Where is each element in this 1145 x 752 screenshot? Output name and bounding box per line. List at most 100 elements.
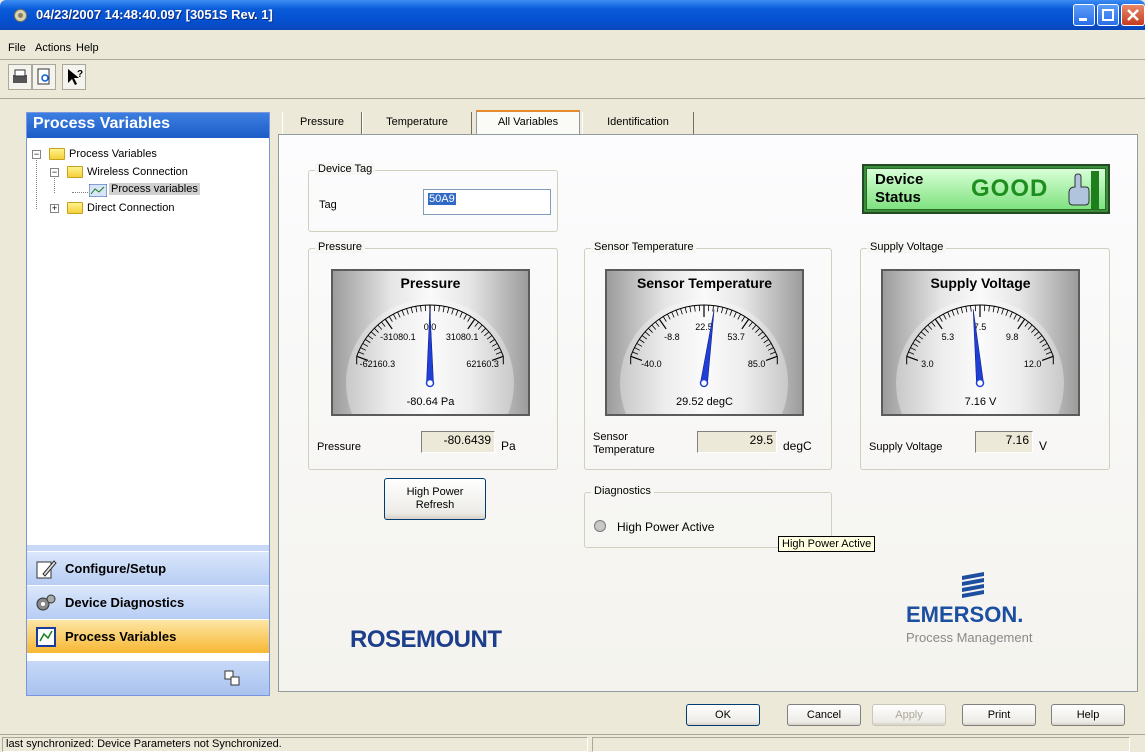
nav-process-variables[interactable]: Process Variables bbox=[27, 619, 269, 653]
menu-file[interactable]: File bbox=[8, 42, 26, 54]
high-power-active-label: High Power Active bbox=[617, 520, 715, 534]
group-label: Device Tag bbox=[315, 163, 376, 175]
gauge-tick-label: 12.0 bbox=[1024, 359, 1042, 369]
navigation-panel: Process Variables − Process Variables − … bbox=[26, 112, 270, 696]
menu-actions[interactable]: Actions bbox=[35, 42, 71, 54]
gauge-tick-label: 5.3 bbox=[942, 332, 955, 342]
button-label-line2: Refresh bbox=[415, 499, 455, 511]
pressure-gauge: Pressure -62160.3-31080.10.031080.162160… bbox=[331, 269, 530, 416]
tree-item-process-variables-leaf[interactable]: Process variables bbox=[27, 182, 267, 198]
gauge-tick-label: -62160.3 bbox=[360, 359, 396, 369]
group-label: Diagnostics bbox=[591, 485, 654, 497]
process-variables-icon bbox=[36, 627, 56, 647]
tab-temperature[interactable]: Temperature bbox=[362, 112, 472, 134]
high-power-refresh-button[interactable]: High Power Refresh bbox=[384, 478, 486, 520]
voltage-field-label: Supply Voltage bbox=[869, 441, 943, 453]
thumbs-up-icon bbox=[1068, 171, 1099, 209]
tree-label: Direct Connection bbox=[87, 202, 175, 214]
context-help-toolbar-button[interactable]: ? bbox=[62, 64, 86, 90]
gauge-tick-label: -40.0 bbox=[641, 359, 662, 369]
tree-label: Wireless Connection bbox=[87, 166, 188, 178]
status-bar: last synchronized: Device Parameters not… bbox=[0, 734, 1145, 752]
ok-button[interactable]: OK bbox=[686, 704, 760, 726]
supply-voltage-group: Supply Voltage Supply Voltage 3.0 5.3 7.5 9… bbox=[860, 241, 1110, 470]
folder-icon bbox=[49, 148, 65, 160]
temperature-field-label: Sensor Temperature bbox=[593, 431, 655, 457]
tag-input[interactable]: 50A9 bbox=[423, 189, 551, 215]
tab-identification[interactable]: Identification bbox=[582, 112, 694, 134]
group-label: Pressure bbox=[315, 241, 366, 253]
status-pane-sync: last synchronized: Device Parameters not… bbox=[2, 737, 588, 752]
tree-item-process-variables[interactable]: − Process Variables bbox=[27, 146, 267, 162]
temperature-field-label-line2: Temperature bbox=[593, 444, 655, 456]
tooltip: High Power Active bbox=[778, 536, 876, 552]
toolbar-separator bbox=[0, 98, 1145, 99]
tree-item-direct-connection[interactable]: + Direct Connection bbox=[27, 200, 267, 216]
nav-configure-setup[interactable]: Configure/Setup bbox=[27, 551, 269, 585]
minimize-button[interactable] bbox=[1073, 4, 1095, 26]
panel-header: Process Variables bbox=[27, 113, 269, 138]
folder-icon bbox=[67, 202, 83, 214]
close-button[interactable] bbox=[1121, 4, 1145, 26]
expand-icon[interactable]: + bbox=[50, 204, 59, 213]
gauge-tick-label: 9.8 bbox=[1006, 332, 1019, 342]
gauge-dial: -40.0-8.822.553.785.0 bbox=[620, 299, 788, 414]
collapse-icon[interactable]: − bbox=[50, 168, 59, 177]
gauge-tick-label: 31080.1 bbox=[446, 332, 479, 342]
gauge-dial: -62160.3-31080.10.031080.162160.3 bbox=[346, 299, 514, 414]
tree-label: Process Variables bbox=[69, 148, 157, 160]
gauge-value: 7.16 V bbox=[964, 396, 997, 408]
maximize-button[interactable] bbox=[1097, 4, 1119, 26]
device-status-panel: Device Status GOOD bbox=[866, 168, 1106, 210]
needle-hub bbox=[425, 378, 435, 388]
chart-icon bbox=[89, 184, 107, 197]
tab-pressure[interactable]: Pressure bbox=[282, 112, 362, 134]
gauge-value: 29.52 degC bbox=[676, 396, 733, 408]
print-preview-toolbar-button[interactable] bbox=[32, 64, 56, 90]
gauge-tick-label: 62160.3 bbox=[466, 359, 499, 369]
configure-buttons-icon[interactable] bbox=[223, 669, 241, 687]
needle-hub bbox=[699, 378, 709, 388]
title-bar[interactable]: 04/23/2007 14:48:40.097 [3051S Rev. 1] bbox=[0, 0, 1145, 30]
print-button[interactable]: Print bbox=[962, 704, 1036, 726]
whats-this-help-icon: ? bbox=[68, 69, 83, 85]
panel-footer bbox=[27, 661, 269, 695]
menu-bar: File Actions Help bbox=[0, 38, 1145, 58]
gauge-tick-label: -31080.1 bbox=[380, 332, 416, 342]
printer-icon bbox=[13, 69, 27, 83]
pressure-unit: Pa bbox=[501, 439, 516, 453]
temperature-field-label-line1: Sensor bbox=[593, 431, 628, 443]
tab-all-variables[interactable]: All Variables bbox=[476, 110, 580, 136]
app-icon bbox=[14, 9, 27, 22]
minimize-icon bbox=[1079, 18, 1087, 21]
gauge-tick-label: -8.8 bbox=[664, 332, 680, 342]
menu-separator bbox=[0, 59, 1145, 60]
print-toolbar-button[interactable] bbox=[8, 64, 32, 90]
close-icon bbox=[1127, 9, 1139, 21]
pressure-readout: -80.6439 bbox=[421, 431, 495, 453]
device-status-label-2: Status bbox=[875, 189, 921, 206]
device-status-value: GOOD bbox=[971, 175, 1049, 202]
cancel-button[interactable]: Cancel bbox=[787, 704, 861, 726]
tree-label-selected: Process variables bbox=[109, 183, 200, 195]
voltage-unit: V bbox=[1039, 439, 1048, 453]
print-preview-icon bbox=[37, 68, 50, 85]
device-status-indicator: Device Status GOOD bbox=[862, 164, 1110, 214]
needle-hub bbox=[975, 378, 985, 388]
gauge-tick-label: 3.0 bbox=[921, 359, 934, 369]
button-label-line1: High Power bbox=[406, 486, 464, 498]
tree-item-wireless-connection[interactable]: − Wireless Connection bbox=[27, 164, 267, 180]
pressure-field-label: Pressure bbox=[317, 441, 362, 453]
apply-button[interactable]: Apply bbox=[872, 704, 946, 726]
help-button[interactable]: Help bbox=[1051, 704, 1125, 726]
configure-pencil-icon bbox=[36, 560, 57, 579]
menu-help[interactable]: Help bbox=[76, 42, 99, 54]
status-pane-empty bbox=[592, 737, 1130, 752]
nav-device-diagnostics[interactable]: Device Diagnostics bbox=[27, 585, 269, 619]
sensor-temperature-gauge: Sensor Temperature -40.0 -8.8 22.5 53.7 85.0… bbox=[605, 269, 804, 416]
gauge-tick-label: 85.0 bbox=[748, 359, 766, 369]
svg-text:?: ? bbox=[77, 69, 83, 80]
gauge-value: -80.64 Pa bbox=[406, 396, 455, 408]
supply-voltage-gauge: Supply Voltage 3.0 5.3 7.5 9.8 12.0 7.16 V bbox=[881, 269, 1080, 416]
collapse-icon[interactable]: − bbox=[32, 150, 41, 159]
